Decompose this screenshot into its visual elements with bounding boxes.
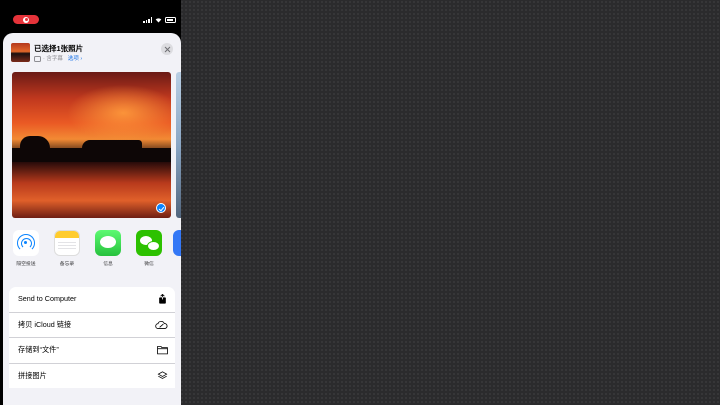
messages-icon	[95, 230, 121, 256]
action-save-to-files[interactable]: 存储到“文件”	[9, 337, 175, 363]
partial-app-icon[interactable]	[173, 230, 181, 256]
layers-icon	[157, 370, 168, 379]
close-button[interactable]	[161, 43, 173, 55]
cloud-link-icon	[155, 320, 168, 329]
action-list: Send to Computer 拷贝 iCloud 链接 存储到“文件” 拼接…	[9, 287, 175, 388]
wifi-icon	[155, 18, 162, 23]
app-wechat[interactable]: 微信	[132, 230, 166, 267]
action-label: 存储到“文件”	[18, 345, 59, 354]
photo-treeline	[12, 135, 171, 162]
checkmark-icon[interactable]	[156, 203, 166, 213]
share-apps-row: 隔空投送 备忘录 信息 微信	[3, 230, 181, 278]
share-box-icon	[159, 294, 166, 304]
app-label: 信息	[103, 262, 113, 267]
app-label: 隔空投送	[16, 262, 36, 267]
share-sheet-header: 已选择1张照片 · 含字幕 选项 ›	[3, 33, 181, 67]
action-label: 拼接图片	[18, 370, 47, 380]
status-bar	[0, 0, 181, 34]
signal-icon	[143, 17, 153, 23]
battery-icon	[165, 17, 176, 23]
options-link[interactable]: 选项 ›	[68, 56, 82, 62]
share-sheet: 已选择1张照片 · 含字幕 选项 › 隔空投送 备忘录 信息 微信 Send t…	[3, 33, 181, 405]
selected-photo[interactable]	[12, 72, 171, 218]
record-icon	[23, 16, 29, 23]
share-sheet-subtitle: · 含字幕 选项 ›	[34, 54, 82, 62]
app-messages[interactable]: 信息	[91, 230, 125, 267]
app-label: 备忘录	[59, 262, 75, 267]
action-stitch-images[interactable]: 拼接图片	[9, 362, 175, 389]
caption-icon	[34, 55, 41, 62]
app-notes[interactable]: 备忘录	[50, 230, 84, 267]
screen-recording-indicator[interactable]	[13, 15, 39, 24]
caption-text: · 含字幕	[43, 56, 63, 62]
airdrop-icon	[13, 230, 39, 256]
photo-thumbnail	[11, 43, 30, 62]
app-label: 微信	[144, 262, 154, 267]
wechat-icon	[136, 230, 162, 256]
folder-icon	[157, 346, 168, 355]
action-label: Send to Computer	[18, 294, 77, 303]
action-send-to-computer[interactable]: Send to Computer	[9, 287, 175, 312]
app-airdrop[interactable]: 隔空投送	[9, 230, 43, 267]
action-copy-icloud-link[interactable]: 拷贝 iCloud 链接	[9, 311, 175, 338]
notes-icon	[54, 230, 80, 256]
phone-screen: 已选择1张照片 · 含字幕 选项 › 隔空投送 备忘录 信息 微信 Send t…	[0, 0, 181, 405]
share-sheet-title: 已选择1张照片	[34, 44, 84, 53]
next-photo-preview[interactable]	[176, 72, 181, 218]
action-label: 拷贝 iCloud 链接	[18, 319, 72, 329]
